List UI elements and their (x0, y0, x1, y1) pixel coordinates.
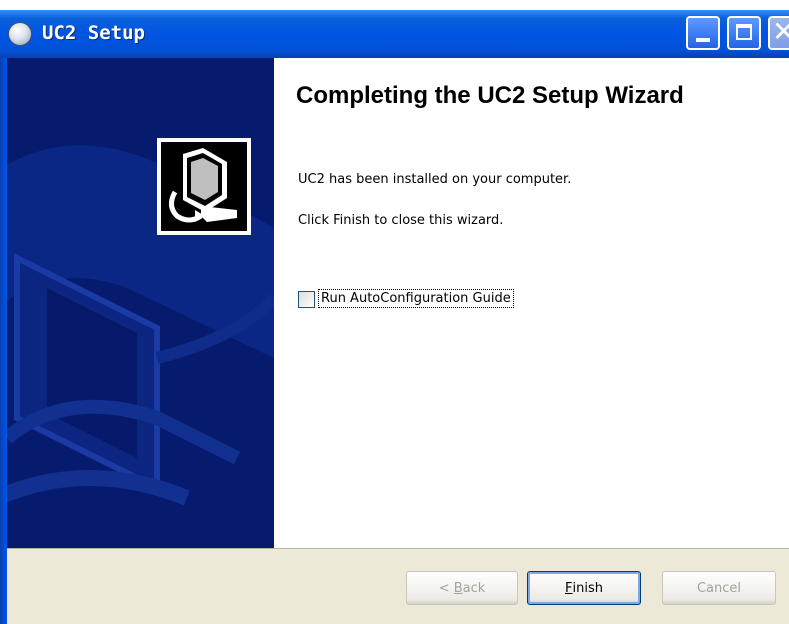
cancel-button-label: Cancel (696, 580, 742, 596)
window-frame-left (0, 58, 7, 624)
cancel-button[interactable]: Cancel (662, 571, 776, 605)
installed-message: UC2 has been installed on your computer. (298, 172, 572, 187)
installer-logo (157, 138, 251, 235)
back-button-prefix: < (438, 580, 454, 596)
back-button[interactable]: < Back (406, 571, 518, 605)
back-button-label: ack (462, 580, 486, 596)
close-icon: ✕ (772, 15, 789, 48)
top-strip (0, 0, 789, 8)
maximize-icon (736, 24, 752, 40)
run-autoconfiguration-label[interactable]: Run AutoConfiguration Guide (318, 289, 514, 308)
finish-instruction: Click Finish to close this wizard. (298, 213, 504, 228)
finish-button-mnemonic: F (565, 580, 573, 596)
finish-button[interactable]: Finish (527, 571, 641, 605)
finish-button-label: inish (572, 580, 603, 596)
sidebar-artwork (7, 145, 274, 506)
minimize-icon (696, 38, 710, 42)
title-bar[interactable]: UC2 Setup ✕ (0, 10, 789, 58)
minimize-button[interactable] (686, 16, 720, 50)
window-title: UC2 Setup (42, 22, 145, 44)
close-button[interactable]: ✕ (768, 15, 789, 50)
back-button-mnemonic: B (453, 580, 463, 596)
wizard-heading: Completing the UC2 Setup Wizard (296, 82, 684, 109)
wizard-sidebar-banner (7, 58, 274, 548)
setup-disc-icon (8, 22, 32, 46)
installer-computer-icon (161, 142, 247, 231)
maximize-button[interactable] (727, 16, 761, 50)
run-autoconfiguration-checkbox[interactable] (298, 291, 315, 308)
